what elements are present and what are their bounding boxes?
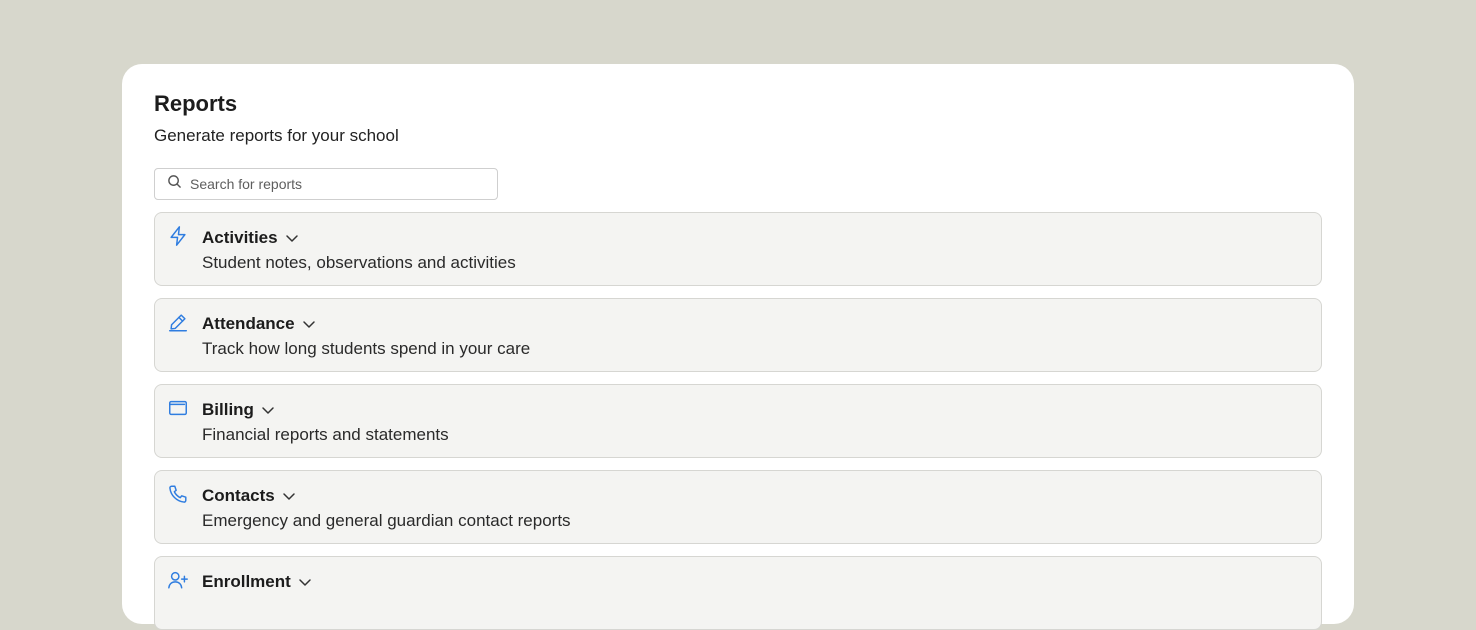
report-header[interactable]: Billing: [202, 399, 276, 421]
report-description: Track how long students spend in your ca…: [202, 339, 531, 358]
chevron-down-icon[interactable]: [260, 402, 276, 418]
page-subtitle: Generate reports for your school: [154, 126, 399, 145]
report-description: Emergency and general guardian contact r…: [202, 511, 571, 530]
report-header[interactable]: Attendance: [202, 313, 317, 335]
lightning-icon: [167, 225, 189, 247]
chevron-down-icon[interactable]: [301, 316, 317, 332]
report-item-enrollment[interactable]: Enrollment: [154, 556, 1322, 630]
report-item-contacts[interactable]: Contacts Emergency and general guardian …: [154, 470, 1322, 544]
page-title: Reports: [154, 91, 238, 116]
report-item-attendance[interactable]: Attendance Track how long students spend…: [154, 298, 1322, 372]
report-description: Student notes, observations and activiti…: [202, 253, 516, 272]
search-box[interactable]: [154, 168, 498, 200]
chevron-down-icon[interactable]: [297, 574, 313, 590]
reports-card: Reports Generate reports for your school…: [122, 64, 1354, 630]
chevron-down-icon[interactable]: [284, 230, 300, 246]
report-title: Activities: [202, 228, 278, 247]
search-icon: [167, 174, 182, 194]
report-header[interactable]: Contacts: [202, 485, 297, 507]
report-item-billing[interactable]: Billing Financial reports and statements: [154, 384, 1322, 458]
user-plus-icon: [167, 569, 189, 591]
report-description: Financial reports and statements: [202, 425, 449, 444]
phone-icon: [167, 483, 189, 505]
search-input[interactable]: [190, 176, 470, 192]
wallet-icon: [167, 397, 189, 419]
chevron-down-icon[interactable]: [281, 488, 297, 504]
report-title: Attendance: [202, 314, 295, 333]
report-title: Enrollment: [202, 572, 291, 591]
report-title: Contacts: [202, 486, 275, 505]
report-item-activities[interactable]: Activities Student notes, observations a…: [154, 212, 1322, 286]
report-header[interactable]: Activities: [202, 227, 300, 249]
report-title: Billing: [202, 400, 254, 419]
pencil-icon: [167, 311, 189, 333]
report-header[interactable]: Enrollment: [202, 571, 313, 593]
report-list: Activities Student notes, observations a…: [154, 212, 1322, 630]
